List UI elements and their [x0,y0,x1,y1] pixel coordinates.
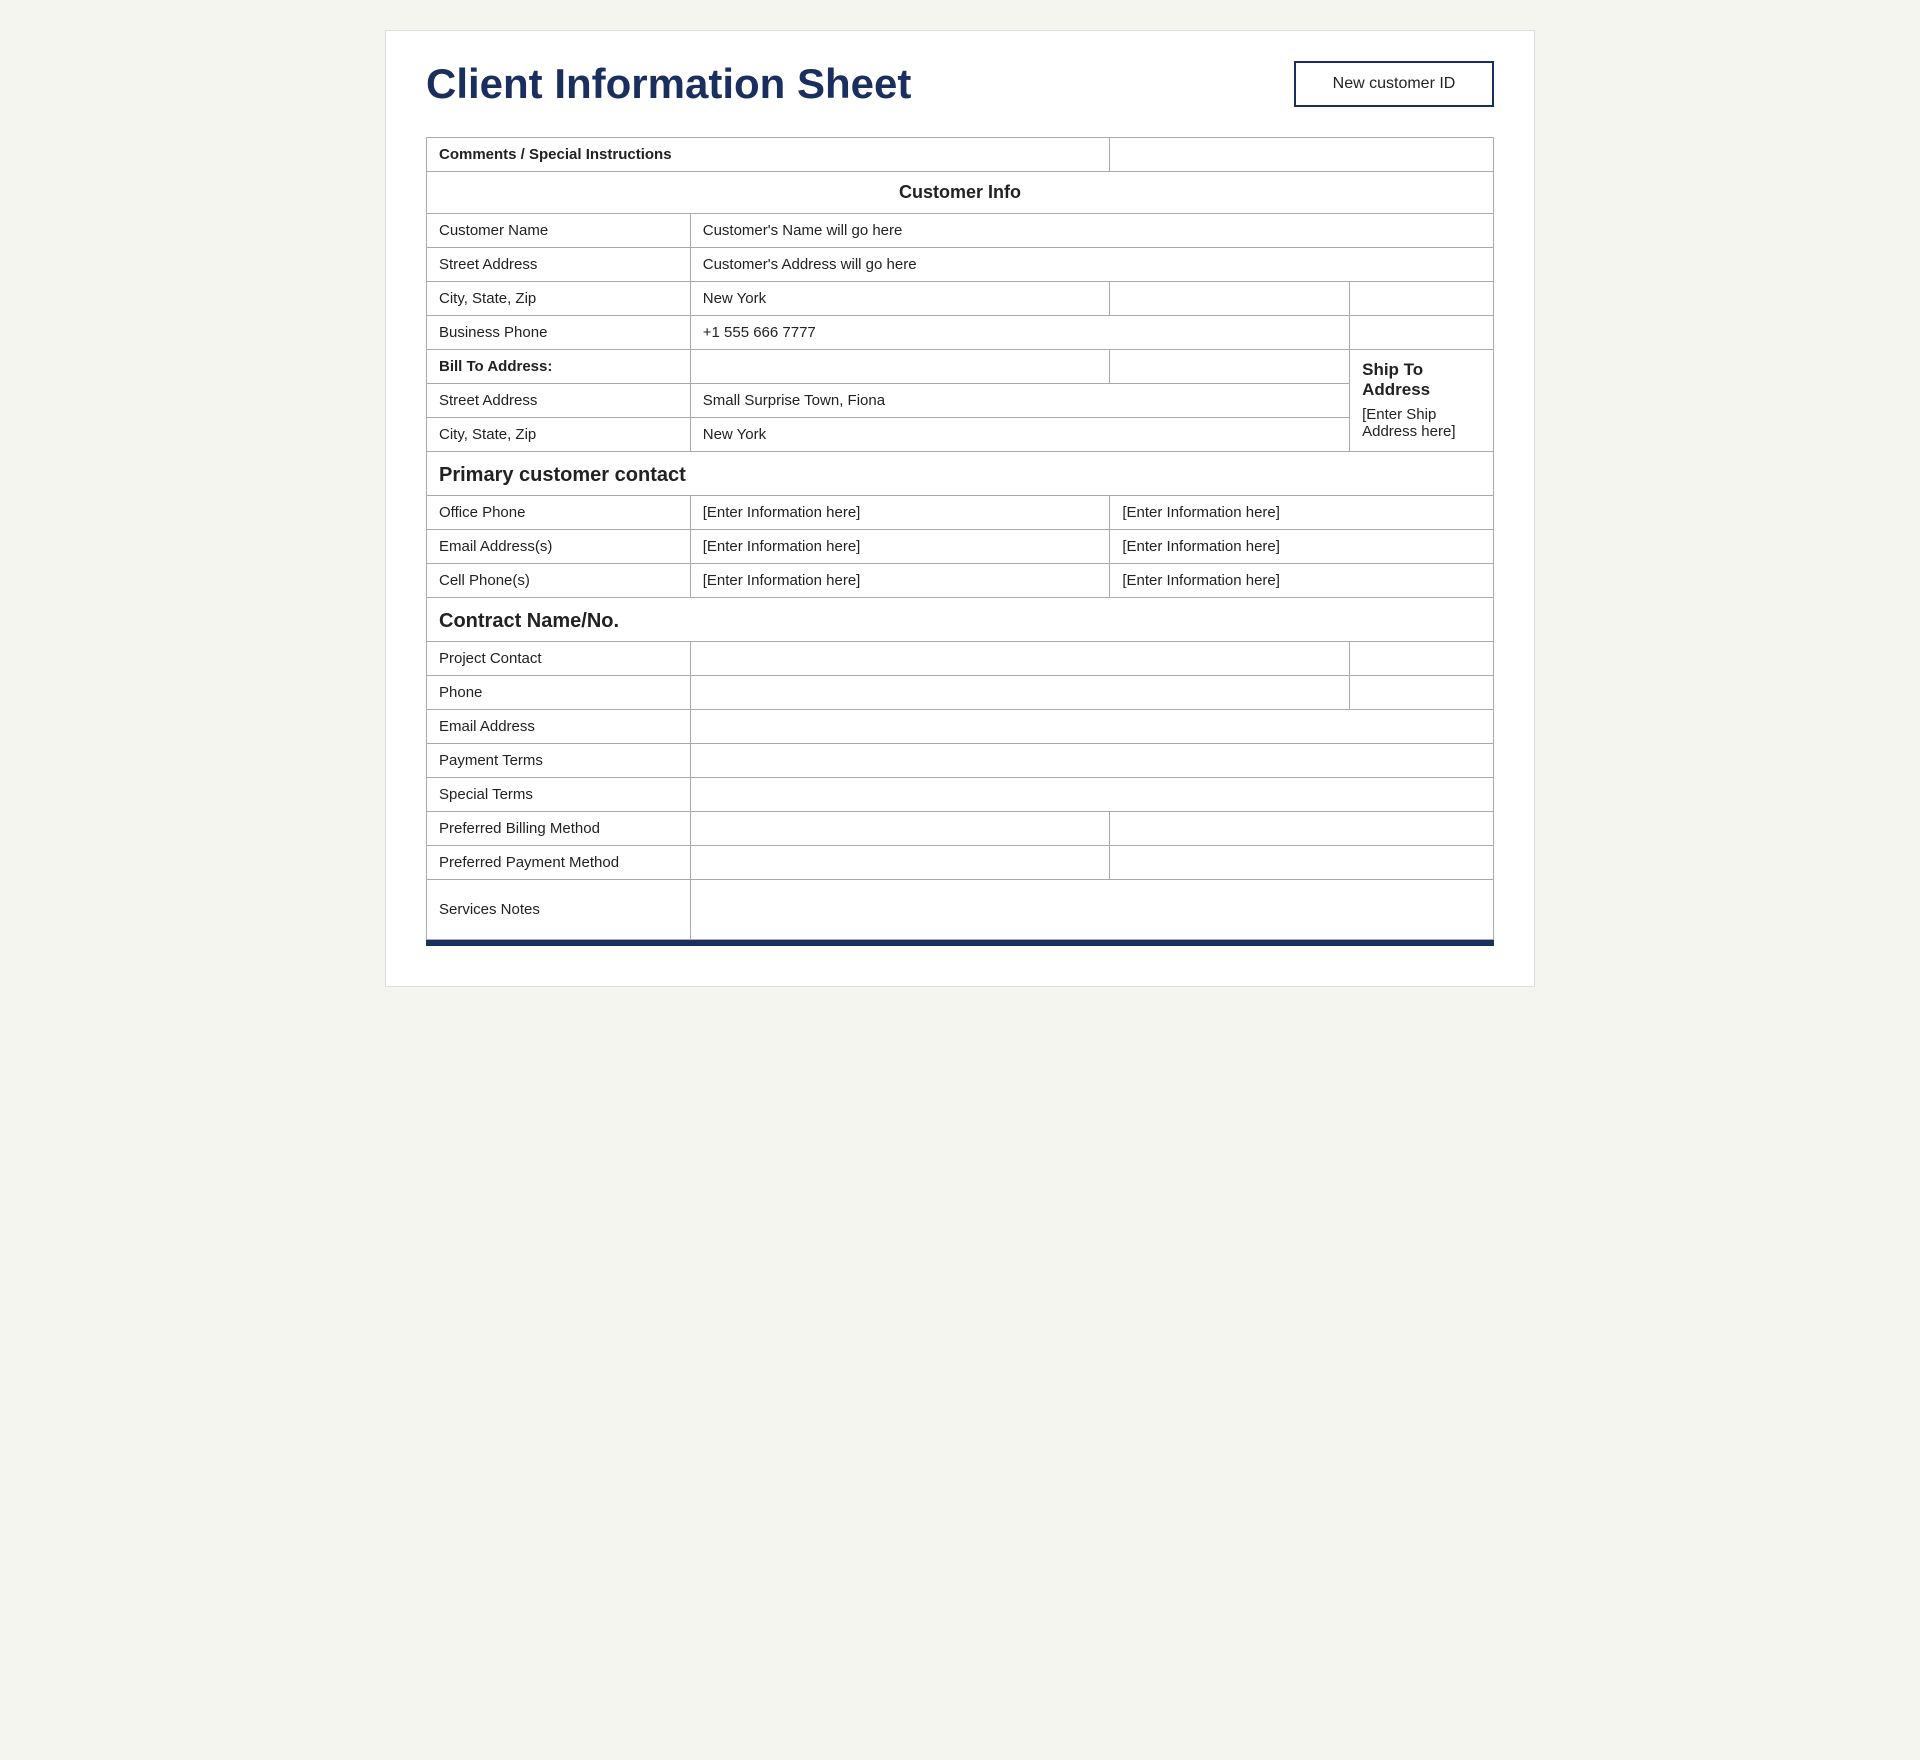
contract-email-value[interactable] [690,710,1493,744]
customer-info-header-row: Customer Info [427,172,1494,214]
cell-phone-value1[interactable]: [Enter Information here] [690,564,1110,598]
cell-phone-label: Cell Phone(s) [427,564,691,598]
email-address-row: Email Address(s) [Enter Information here… [427,530,1494,564]
street-address-label: Street Address [427,248,691,282]
bill-to-extra2[interactable] [1110,350,1350,384]
preferred-payment-extra[interactable] [690,846,1110,880]
office-phone-value1[interactable]: [Enter Information here] [690,496,1110,530]
email-address-value2[interactable]: [Enter Information here] [1110,530,1494,564]
bill-to-extra1[interactable] [690,350,1110,384]
contract-phone-value[interactable] [690,676,1349,710]
special-terms-value[interactable] [690,778,1493,812]
services-notes-label: Services Notes [427,880,691,940]
ship-to-label: Ship To Address [1362,360,1481,400]
contract-phone-row: Phone [427,676,1494,710]
new-customer-id-box: New customer ID [1294,61,1494,107]
main-table: Comments / Special Instructions Customer… [426,137,1494,940]
email-address-label: Email Address(s) [427,530,691,564]
comments-label: Comments / Special Instructions [427,138,1110,172]
city-state-zip-label: City, State, Zip [427,282,691,316]
preferred-billing-value[interactable] [1110,812,1494,846]
bill-city-label: City, State, Zip [427,418,691,452]
preferred-billing-row: Preferred Billing Method [427,812,1494,846]
contract-phone-extra[interactable] [1350,676,1494,710]
bill-street-label: Street Address [427,384,691,418]
page-title: Client Information Sheet [426,61,911,107]
services-notes-value[interactable] [690,880,1493,940]
contract-email-label: Email Address [427,710,691,744]
contract-header-row: Contract Name/No. [427,598,1494,642]
services-notes-row: Services Notes [427,880,1494,940]
payment-terms-value[interactable] [690,744,1493,778]
office-phone-label: Office Phone [427,496,691,530]
bill-city-value[interactable]: New York [690,418,1349,452]
preferred-payment-value[interactable] [1110,846,1494,880]
bill-street-value[interactable]: Small Surprise Town, Fiona [690,384,1349,418]
customer-name-value[interactable]: Customer's Name will go here [690,214,1493,248]
business-phone-extra[interactable] [1350,316,1494,350]
city-state-zip-row: City, State, Zip New York [427,282,1494,316]
street-address-value[interactable]: Customer's Address will go here [690,248,1493,282]
ship-to-cell: Ship To Address [Enter Ship Address here… [1350,350,1494,452]
footer-bar [426,940,1494,946]
payment-terms-row: Payment Terms [427,744,1494,778]
project-contact-value[interactable] [690,642,1349,676]
primary-contact-header: Primary customer contact [427,452,1494,496]
customer-name-label: Customer Name [427,214,691,248]
customer-name-row: Customer Name Customer's Name will go he… [427,214,1494,248]
cell-phone-row: Cell Phone(s) [Enter Information here] [… [427,564,1494,598]
cell-phone-value2[interactable]: [Enter Information here] [1110,564,1494,598]
office-phone-row: Office Phone [Enter Information here] [E… [427,496,1494,530]
email-address-value1[interactable]: [Enter Information here] [690,530,1110,564]
new-customer-id-label: New customer ID [1333,75,1456,92]
primary-contact-header-row: Primary customer contact [427,452,1494,496]
bill-street-row: Street Address Small Surprise Town, Fion… [427,384,1494,418]
ship-to-value[interactable]: [Enter Ship Address here] [1362,406,1481,440]
city-state-zip-value[interactable]: New York [690,282,1110,316]
special-terms-label: Special Terms [427,778,691,812]
contract-email-row: Email Address [427,710,1494,744]
preferred-billing-extra[interactable] [690,812,1110,846]
preferred-payment-label: Preferred Payment Method [427,846,691,880]
bill-city-row: City, State, Zip New York [427,418,1494,452]
street-address-row: Street Address Customer's Address will g… [427,248,1494,282]
business-phone-row: Business Phone +1 555 666 7777 [427,316,1494,350]
office-phone-value2[interactable]: [Enter Information here] [1110,496,1494,530]
project-contact-row: Project Contact [427,642,1494,676]
payment-terms-label: Payment Terms [427,744,691,778]
city-state-zip-extra1[interactable] [1110,282,1350,316]
project-contact-extra[interactable] [1350,642,1494,676]
customer-info-header: Customer Info [427,172,1494,214]
comments-row: Comments / Special Instructions [427,138,1494,172]
project-contact-label: Project Contact [427,642,691,676]
business-phone-value[interactable]: +1 555 666 7777 [690,316,1349,350]
page-header: Client Information Sheet New customer ID [426,61,1494,107]
city-state-zip-extra2[interactable] [1350,282,1494,316]
preferred-billing-label: Preferred Billing Method [427,812,691,846]
bill-to-label: Bill To Address: [427,350,691,384]
contract-phone-label: Phone [427,676,691,710]
comments-value[interactable] [1110,138,1494,172]
contract-header: Contract Name/No. [427,598,1494,642]
page: Client Information Sheet New customer ID… [385,30,1535,987]
bill-ship-header-row: Bill To Address: Ship To Address [Enter … [427,350,1494,384]
special-terms-row: Special Terms [427,778,1494,812]
preferred-payment-row: Preferred Payment Method [427,846,1494,880]
business-phone-label: Business Phone [427,316,691,350]
